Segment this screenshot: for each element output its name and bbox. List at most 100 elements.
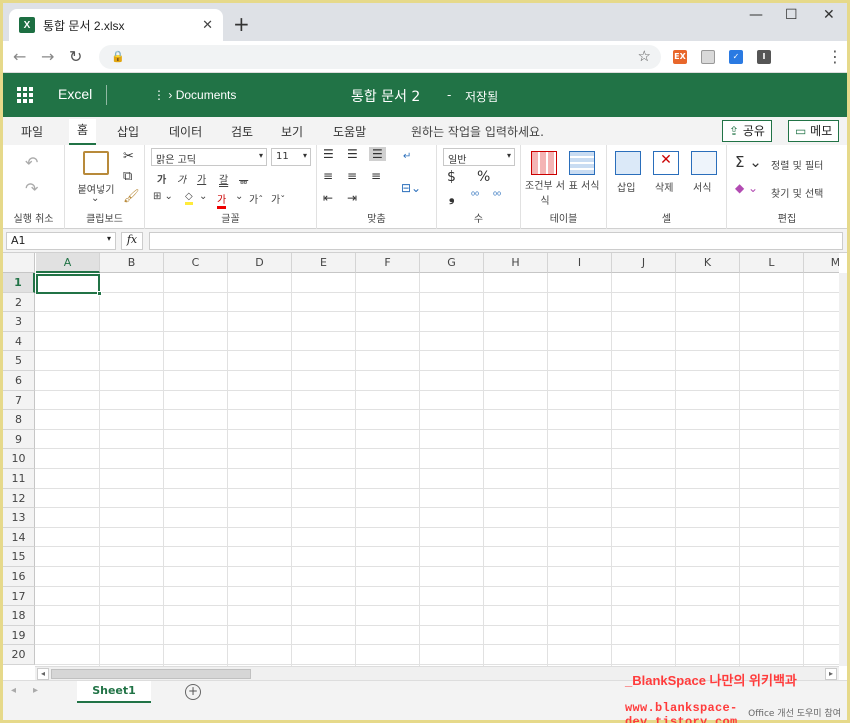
row-header[interactable]: 18 — [3, 606, 35, 626]
row-header[interactable]: 16 — [3, 567, 35, 587]
column-header[interactable]: D — [228, 253, 292, 273]
merge-center-icon[interactable]: ⊟⌄ — [401, 181, 421, 195]
decrease-indent-icon[interactable]: ⇤ — [323, 191, 333, 205]
row-header[interactable]: 13 — [3, 508, 35, 528]
add-sheet-button[interactable]: + — [185, 684, 201, 700]
column-header[interactable]: F — [356, 253, 420, 273]
row-header[interactable]: 6 — [3, 371, 35, 391]
browser-tab[interactable]: X 통합 문서 2.xlsx ✕ — [9, 9, 223, 41]
format-cells-button[interactable]: 서식 — [693, 179, 711, 194]
percent-button[interactable]: % — [477, 169, 490, 185]
row-header[interactable]: 11 — [3, 469, 35, 489]
insert-cells-icon[interactable] — [615, 151, 641, 175]
borders-icon[interactable]: ⊞ ⌄ — [153, 191, 173, 202]
next-sheet-icon[interactable]: ▸ — [33, 685, 38, 696]
new-tab-button[interactable]: + — [233, 12, 250, 36]
row-header[interactable]: 12 — [3, 488, 35, 509]
column-header[interactable]: B — [100, 253, 164, 273]
tab-file[interactable]: 파일 — [21, 123, 43, 140]
back-icon[interactable]: ← — [13, 47, 26, 66]
font-name-select[interactable]: 맑은 고딕 ▾ — [151, 148, 267, 166]
column-header[interactable]: G — [420, 253, 484, 273]
column-header[interactable]: I — [548, 253, 612, 273]
app-launcher-icon[interactable] — [17, 87, 33, 103]
row-header[interactable]: 1 — [3, 273, 35, 293]
row-header[interactable]: 3 — [3, 312, 35, 332]
italic-button[interactable]: 가 — [177, 171, 186, 186]
minimize-icon[interactable]: — — [749, 7, 763, 23]
browser-menu-icon[interactable]: ⋮ — [827, 47, 843, 66]
tab-home[interactable]: 홈 — [69, 119, 97, 145]
column-header[interactable]: J — [612, 253, 676, 273]
column-header[interactable]: A — [36, 253, 100, 273]
extension-icon-cast[interactable] — [701, 50, 715, 64]
row-header[interactable]: 4 — [3, 331, 35, 352]
tab-insert[interactable]: 삽입 — [117, 123, 139, 140]
select-all-corner[interactable] — [3, 253, 35, 273]
extension-icon-info[interactable]: I — [757, 50, 771, 64]
font-color-dropdown-icon[interactable]: ⌄ — [235, 191, 243, 202]
font-color-icon[interactable]: 가 — [217, 191, 227, 209]
prev-sheet-icon[interactable]: ◂ — [11, 685, 16, 696]
strikethrough-button[interactable]: ᆸᆸ — [239, 171, 248, 186]
row-header[interactable]: 8 — [3, 410, 35, 430]
align-left-icon[interactable]: ≡ — [323, 169, 333, 183]
cut-icon[interactable]: ✂ — [123, 149, 134, 164]
formula-input[interactable] — [149, 232, 843, 250]
row-header[interactable]: 19 — [3, 625, 35, 646]
format-painter-icon[interactable]: 🖌 — [123, 189, 140, 204]
comma-style-button[interactable]: ❟ — [449, 189, 455, 205]
paste-icon[interactable] — [83, 151, 109, 175]
align-top-icon[interactable]: ☰ — [323, 147, 334, 161]
row-header[interactable]: 14 — [3, 527, 35, 548]
font-size-select[interactable]: 11 ▾ — [271, 148, 311, 166]
tab-review[interactable]: 검토 — [231, 123, 253, 140]
find-select-button[interactable]: 찾기 및 선택 — [771, 185, 823, 200]
forward-icon[interactable]: → — [41, 47, 54, 66]
fill-color-dropdown-icon[interactable]: ⌄ — [199, 191, 207, 202]
row-header[interactable]: 2 — [3, 292, 35, 313]
row-header[interactable]: 20 — [3, 645, 35, 665]
row-header[interactable]: 10 — [3, 449, 35, 469]
fill-handle[interactable] — [97, 291, 102, 296]
spreadsheet-grid[interactable]: A B C D E F G H I J K L M 1 2 3 4 5 6 7 8 9 10 11 12 13 14 15 16 17 18… — [3, 253, 839, 666]
column-header[interactable]: H — [484, 253, 548, 273]
row-header[interactable]: 7 — [3, 390, 35, 411]
decrease-decimal-icon[interactable]: ⁰⁰ — [493, 191, 501, 202]
row-header[interactable]: 15 — [3, 547, 35, 567]
name-box[interactable]: A1 ▾ — [6, 232, 116, 250]
row-header[interactable]: 17 — [3, 586, 35, 607]
increase-indent-icon[interactable]: ⇥ — [347, 191, 357, 205]
breadcrumb[interactable]: ⋮ › Documents — [153, 88, 236, 102]
align-center-icon[interactable]: ≡ — [347, 169, 357, 183]
copy-icon[interactable]: ⧉ — [123, 169, 132, 184]
paste-dropdown-icon[interactable]: ⌄ — [91, 193, 99, 204]
shrink-font-button[interactable]: 가ˇ — [271, 191, 285, 206]
comments-button[interactable]: ▭ 메모 — [788, 120, 840, 142]
column-header[interactable]: L — [740, 253, 804, 273]
grow-font-button[interactable]: 가ˆ — [249, 191, 263, 206]
reload-icon[interactable]: ↻ — [69, 47, 82, 66]
delete-cells-icon[interactable]: ✕ — [653, 151, 679, 175]
scroll-thumb[interactable] — [51, 669, 251, 679]
number-format-select[interactable]: 일반 ▾ — [443, 148, 515, 166]
bookmark-star-icon[interactable]: ☆ — [638, 47, 651, 65]
scroll-left-icon[interactable]: ◂ — [37, 668, 49, 680]
increase-decimal-icon[interactable]: ⁰⁰ — [471, 191, 479, 202]
row-header[interactable]: 9 — [3, 429, 35, 450]
wrap-text-icon[interactable]: ↵ — [403, 151, 411, 162]
insert-function-button[interactable]: fx — [121, 232, 143, 250]
format-cells-icon[interactable] — [691, 151, 717, 175]
redo-icon[interactable]: ↷ — [25, 179, 38, 198]
document-title[interactable]: 통합 문서 2 — [351, 86, 420, 106]
column-header[interactable]: C — [164, 253, 228, 273]
align-bottom-icon[interactable]: ☰ — [369, 147, 386, 161]
app-name[interactable]: Excel — [58, 86, 92, 102]
tab-help[interactable]: 도움말 — [333, 123, 366, 140]
tell-me-search[interactable]: 원하는 작업을 입력하세요. — [411, 123, 544, 140]
conditional-format-button[interactable]: 조건부 서식 — [525, 177, 565, 207]
format-as-table-button[interactable]: 표 서식 — [565, 177, 603, 192]
sort-filter-button[interactable]: 정렬 및 필터 — [771, 157, 823, 172]
column-header[interactable]: K — [676, 253, 740, 273]
format-as-table-icon[interactable] — [569, 151, 595, 175]
